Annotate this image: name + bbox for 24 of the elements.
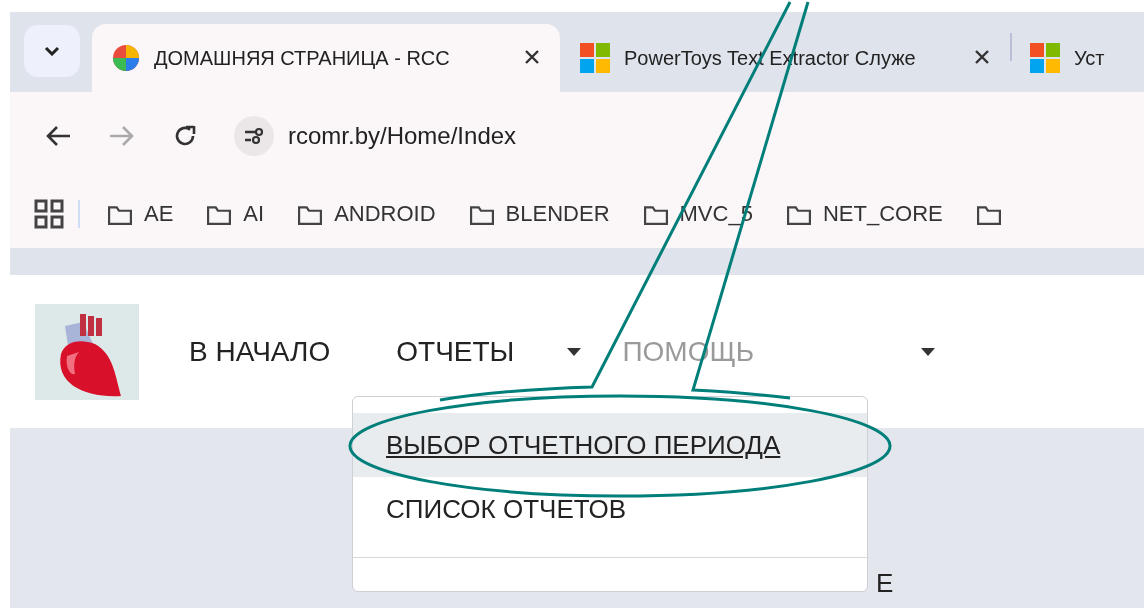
menu-item[interactable]: ВЫБОР ОТЧЕТНОГО ПЕРИОДА [353, 413, 867, 477]
address-field[interactable]: rcomr.by/Home/Index [288, 122, 517, 150]
bookmark-folder[interactable]: BLENDER [467, 201, 610, 227]
nav-link[interactable]: ОТЧЕТЫ [396, 335, 515, 368]
caret-icon[interactable] [566, 346, 583, 357]
chevron-down-icon [44, 46, 60, 56]
tab-list-button[interactable] [24, 25, 80, 77]
bookmark-folder[interactable]: NET_CORE [784, 201, 943, 227]
windows-logo-icon [580, 43, 610, 73]
windows-logo-icon [1030, 43, 1060, 73]
back-arrow-icon [44, 124, 72, 148]
menu-item[interactable]: СПИСОК ОТЧЕТОВ [353, 477, 867, 541]
browser-tab[interactable]: Уст [1012, 24, 1125, 92]
nav-link[interactable]: В НАЧАЛО [189, 335, 331, 368]
apps-grid-icon[interactable] [34, 199, 64, 229]
sliders-icon [243, 126, 265, 146]
page-heading: E [876, 568, 894, 599]
bookmark-folder[interactable]: AE [106, 201, 174, 227]
browser-tab[interactable]: ДОМАШНЯЯ СТРАНИЦА - RCC [92, 24, 560, 92]
forward-arrow-icon [108, 124, 136, 148]
colorful-ball-icon [112, 44, 140, 72]
bookmark-folder[interactable]: AI [205, 201, 265, 227]
bookmark-folder[interactable]: ANDROID [296, 201, 436, 227]
site-settings-button[interactable] [234, 116, 274, 156]
